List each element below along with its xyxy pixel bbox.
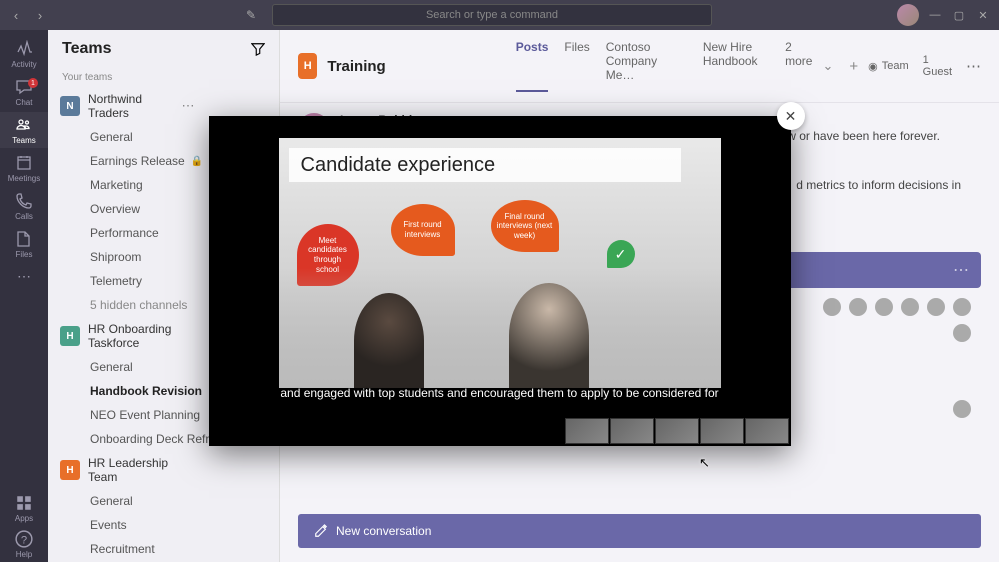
video-modal: ✕ Candidate experience Meet candidates t… bbox=[209, 116, 791, 446]
slide-bubble-3: Final round interviews (next week) bbox=[491, 200, 559, 252]
participant-thumbnails bbox=[565, 418, 789, 444]
slide-title: Candidate experience bbox=[289, 148, 681, 182]
slide-bubble-2: First round interviews bbox=[391, 204, 455, 256]
video-caption: and engaged with top students and encour… bbox=[243, 386, 755, 400]
presentation-slide: Candidate experience Meet candidates thr… bbox=[279, 138, 721, 388]
modal-close-button[interactable]: ✕ bbox=[777, 102, 805, 130]
slide-bubble-check-icon: ✓ bbox=[607, 240, 635, 268]
